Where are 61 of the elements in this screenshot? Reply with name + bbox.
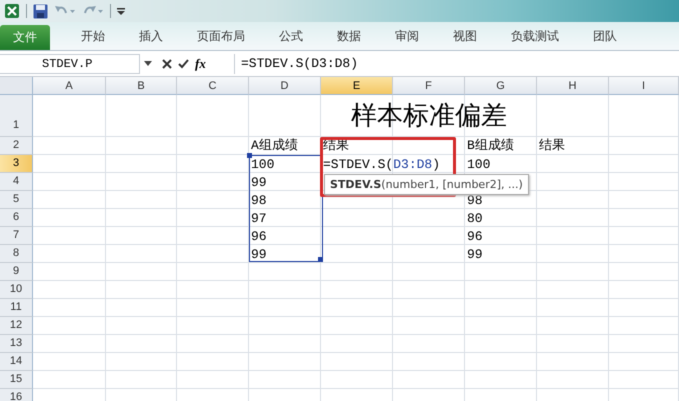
row-header[interactable]: 12 xyxy=(0,317,33,335)
name-box[interactable]: STDEV.P xyxy=(0,54,140,74)
table-cell-text: 99 xyxy=(466,246,484,263)
table-cell-text: 96 xyxy=(250,228,268,245)
column-header[interactable]: E xyxy=(321,77,393,95)
column-header[interactable]: G xyxy=(465,77,537,95)
row-header[interactable]: 5 xyxy=(0,191,33,209)
column-header[interactable]: B xyxy=(106,77,177,95)
formula-field[interactable]: =STDEV.S(D3:D8) xyxy=(234,54,679,74)
ribbon-tab[interactable]: 负载测试 xyxy=(494,22,576,50)
column-header[interactable]: C xyxy=(177,77,249,95)
dropdown-icon[interactable] xyxy=(144,61,152,66)
row-header[interactable]: 9 xyxy=(0,263,33,281)
function-tooltip: STDEV.S(number1, [number2], ...) xyxy=(324,174,529,195)
column-header[interactable]: I xyxy=(609,77,679,95)
cancel-icon[interactable] xyxy=(162,58,172,68)
row-header[interactable]: 11 xyxy=(0,299,33,317)
row-header[interactable]: 4 xyxy=(0,173,33,191)
table-cell-text: 97 xyxy=(250,210,268,227)
table-cell-text: 96 xyxy=(466,228,484,245)
table-cell-text: 80 xyxy=(466,210,484,227)
table-cell-text: 98 xyxy=(466,192,484,209)
ribbon-tab[interactable]: 开始 xyxy=(64,22,122,50)
ribbon-tab[interactable]: 插入 xyxy=(122,22,180,50)
file-tab[interactable]: 文件 xyxy=(0,25,50,50)
table-cell-text: 结果 xyxy=(538,137,566,155)
table-cell-text: 99 xyxy=(250,174,268,191)
row-header[interactable]: 2 xyxy=(0,137,33,155)
spreadsheet-app-icon xyxy=(4,3,20,19)
ribbon-tab[interactable]: 页面布局 xyxy=(180,22,262,50)
row-header[interactable]: 14 xyxy=(0,353,33,371)
row-header[interactable]: 8 xyxy=(0,245,33,263)
column-header[interactable]: F xyxy=(393,77,465,95)
column-header[interactable]: D xyxy=(249,77,321,95)
row-header[interactable]: 6 xyxy=(0,209,33,227)
table-cell-text: A组成绩 xyxy=(250,137,299,155)
insert-function-button[interactable]: fx xyxy=(195,56,206,72)
formula-cell[interactable]: =STDEV.S(D3:D8) xyxy=(321,155,465,173)
row-header[interactable]: 3 xyxy=(0,155,33,173)
table-cell-text: 98 xyxy=(250,192,268,209)
row-header[interactable]: 16 xyxy=(0,389,33,401)
row-header[interactable]: 13 xyxy=(0,335,33,353)
table-cell-text: 100 xyxy=(250,156,276,173)
row-header[interactable]: 10 xyxy=(0,281,33,299)
ribbon-tab[interactable]: 视图 xyxy=(436,22,494,50)
row-header[interactable]: 1 xyxy=(0,95,33,137)
column-header[interactable]: H xyxy=(537,77,609,95)
row-header[interactable]: 15 xyxy=(0,371,33,389)
save-icon[interactable] xyxy=(33,4,48,18)
ribbon-tab[interactable]: 公式 xyxy=(262,22,320,50)
column-header[interactable]: A xyxy=(33,77,106,95)
ribbon-tab[interactable]: 审阅 xyxy=(378,22,436,50)
ribbon-tab[interactable]: 数据 xyxy=(320,22,378,50)
sheet-title: 样本标准偏差 xyxy=(350,100,508,133)
table-cell-text: B组成绩 xyxy=(466,137,515,155)
table-cell-text: 100 xyxy=(466,156,492,173)
table-cell-text: 99 xyxy=(250,246,268,263)
check-icon[interactable] xyxy=(178,58,189,68)
row-header[interactable]: 7 xyxy=(0,227,33,245)
customize-icon[interactable] xyxy=(117,6,125,16)
ribbon-tab[interactable]: 团队 xyxy=(576,22,634,50)
